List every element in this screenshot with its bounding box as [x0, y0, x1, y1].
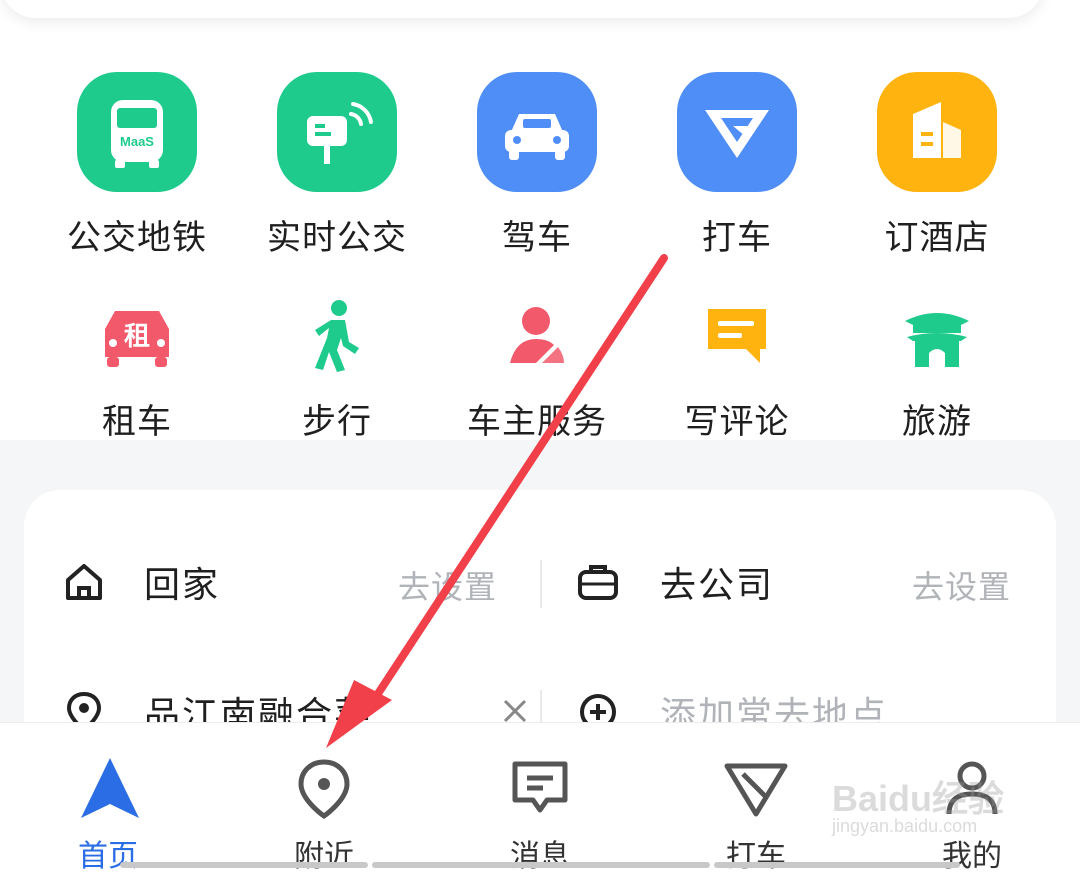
home-indicator [714, 862, 960, 868]
taxi-v-icon [716, 749, 796, 829]
service-label: 步行 [302, 402, 372, 442]
bus-maas-icon: MaaS [77, 72, 197, 192]
rental-glyph: 租 [124, 322, 150, 352]
service-label: 实时公交 [267, 218, 407, 258]
maas-badge: MaaS [120, 134, 154, 149]
fav-home[interactable]: 回家 去设置 [62, 552, 542, 612]
bus-stop-signal-icon [277, 72, 397, 192]
fav-home-setup[interactable]: 去设置 [398, 562, 497, 608]
travel-gate-icon [897, 296, 977, 376]
service-label: 写评论 [684, 402, 790, 442]
navigation-arrow-icon [70, 749, 150, 829]
fav-home-label: 回家 [144, 565, 221, 606]
taxi-v-icon [677, 72, 797, 192]
car-icon [477, 72, 597, 192]
walking-person-icon [297, 296, 377, 376]
tab-home[interactable]: 首页 [0, 723, 216, 872]
tab-messages[interactable]: 消息 [432, 723, 648, 872]
service-label: 旅游 [902, 402, 972, 442]
watermark-sub: jingyan.baidu.com [832, 816, 978, 836]
fav-company-label: 去公司 [660, 565, 775, 606]
service-label: 打车 [702, 218, 772, 258]
fav-company[interactable]: 去公司 去设置 [576, 552, 1046, 612]
divider [540, 560, 542, 608]
service-label: 公交地铁 [67, 218, 207, 258]
car-owner-icon [497, 296, 577, 376]
message-icon [500, 749, 580, 829]
location-pin-icon [284, 749, 364, 829]
tab-nearby[interactable]: 附近 [216, 723, 432, 872]
rental-car-icon: 租 [97, 296, 177, 376]
fav-company-setup[interactable]: 去设置 [912, 562, 1011, 608]
service-label: 订酒店 [884, 218, 990, 258]
service-label: 车主服务 [467, 402, 607, 442]
service-label: 驾车 [502, 218, 572, 258]
home-icon [62, 560, 106, 604]
hotel-building-icon [877, 72, 997, 192]
comment-icon [697, 296, 777, 376]
watermark-main: Baidu经验 [832, 778, 1005, 819]
service-label: 租车 [102, 402, 172, 442]
search-card[interactable] [0, 0, 1044, 18]
baidu-jingyan-watermark: Baidu经验 jingyan.baidu.com [832, 760, 1032, 850]
home-indicator [120, 862, 368, 868]
briefcase-icon [576, 560, 620, 604]
home-indicator [372, 862, 710, 868]
